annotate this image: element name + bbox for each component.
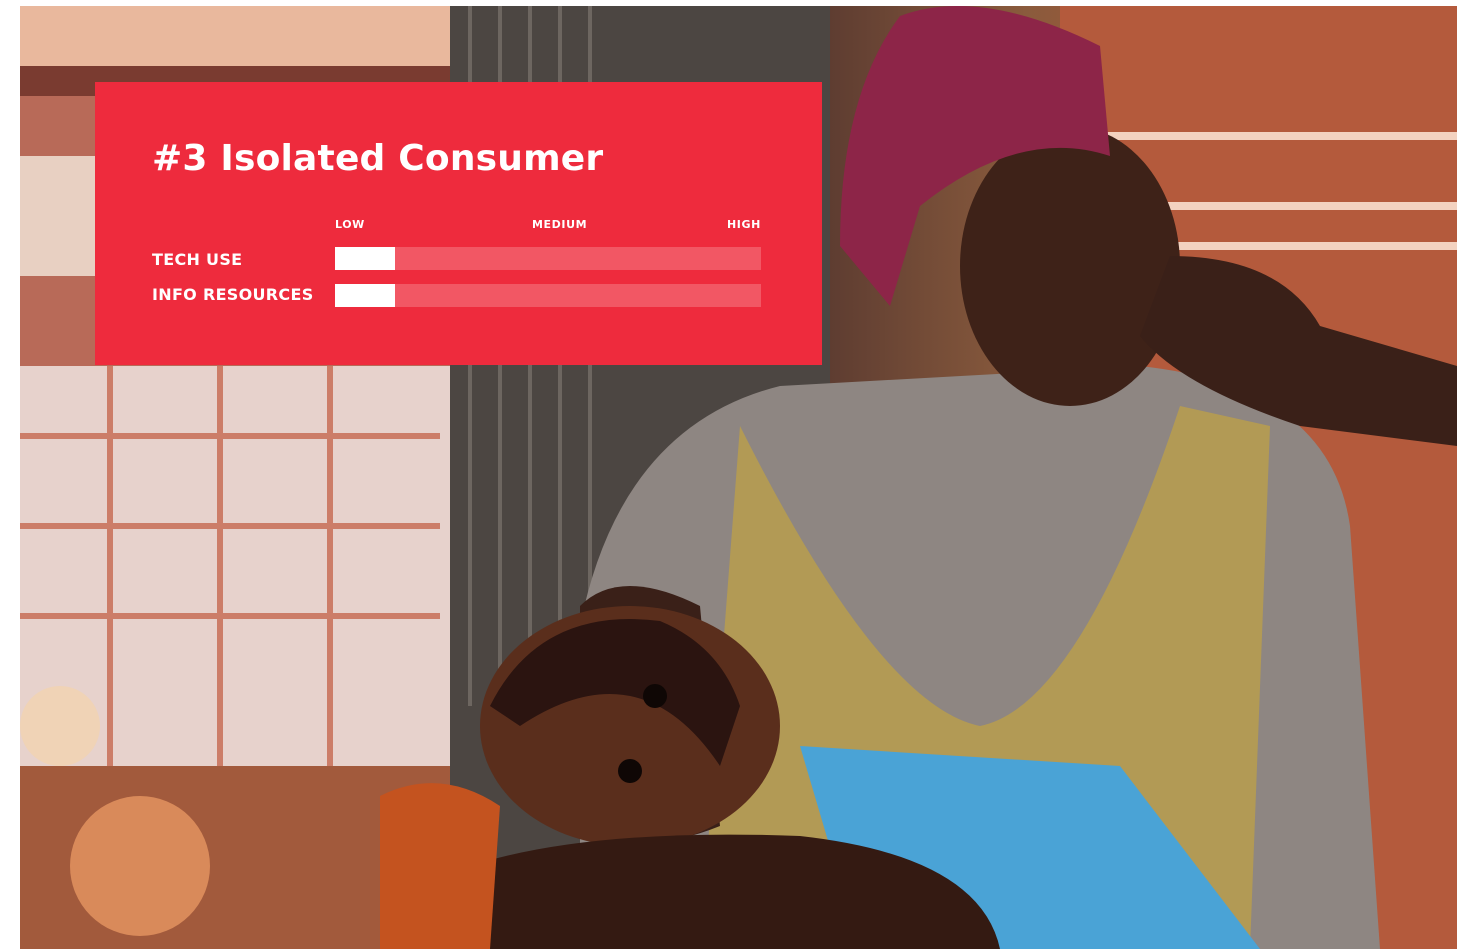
scale-label-medium: MEDIUM [532,218,588,231]
tech-use-bar [335,247,761,270]
tech-use-bar-fill [335,247,395,270]
info-resources-bar-fill [335,284,395,307]
persona-title: #3 Isolated Consumer [152,138,604,179]
row-label-tech-use: TECH USE [152,250,243,269]
scale-label-low: LOW [335,218,365,231]
row-label-info-resources: INFO RESOURCES [152,285,314,304]
scale-label-high: HIGH [727,218,761,231]
info-resources-bar [335,284,761,307]
persona-card: #3 Isolated Consumer LOW MEDIUM HIGH TEC… [95,82,822,365]
